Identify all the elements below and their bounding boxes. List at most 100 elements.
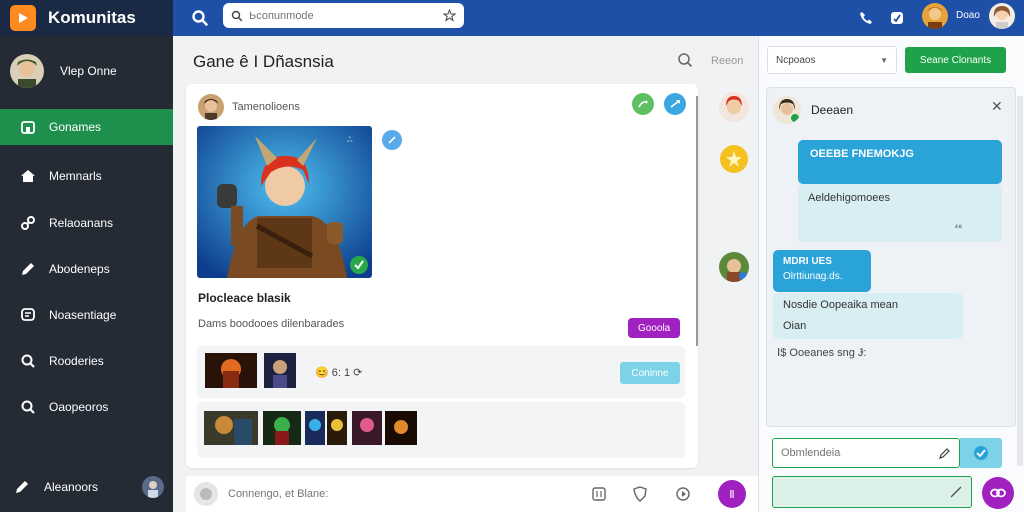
chat-message-header: OEEBE FNEMOKJG <box>798 140 1002 184</box>
image-icon[interactable] <box>589 484 609 504</box>
sidebar-item-oaopeoros[interactable]: Oaopeoros <box>0 389 173 425</box>
sidebar-bottom-item[interactable]: Aleanoors <box>14 476 164 498</box>
emoji-icon <box>974 446 988 460</box>
thumbnail[interactable] <box>204 411 258 445</box>
sidebar-item-relaoanans[interactable]: Relaoanans <box>0 205 173 241</box>
sidebar-user[interactable]: Vlep Onne <box>10 54 117 88</box>
app-name: Komunitas <box>48 8 136 27</box>
composer-input[interactable] <box>228 488 528 500</box>
top-search-field[interactable] <box>223 3 464 28</box>
sidebar-item-label: Rooderies <box>49 354 104 368</box>
thumbnail[interactable] <box>263 411 301 445</box>
chat-scrollbar[interactable] <box>1017 96 1023 466</box>
message-draft-field[interactable] <box>772 476 972 508</box>
sidebar-item-label: Gonames <box>49 120 102 134</box>
search-icon <box>19 398 37 416</box>
feed-scrollbar[interactable] <box>696 96 698 346</box>
composer-send-button[interactable]: Ⅱ <box>718 480 746 508</box>
link-icon <box>19 214 37 232</box>
message-body: Aeldehigomoees <box>808 192 890 204</box>
pen-icon <box>939 448 950 459</box>
house-icon <box>19 167 37 185</box>
share-button[interactable] <box>632 93 654 115</box>
thumbnail[interactable] <box>327 411 347 445</box>
star-icon <box>443 9 456 22</box>
top-bar: Komunitas Doao <box>0 0 1024 36</box>
chat-message: MDRI UES Olrttiunag.ds. <box>773 250 871 292</box>
chevron-down-icon: ▼ <box>880 55 888 65</box>
composer: Ⅱ <box>186 476 758 512</box>
thumbnail[interactable] <box>264 353 296 388</box>
message-body: Olrttiunag.ds. <box>783 271 843 282</box>
gallery-row <box>197 402 685 458</box>
filter-value: Ncpoaos <box>776 54 816 66</box>
pen-icon <box>950 486 962 498</box>
chat-icon <box>19 306 37 324</box>
thumbnail[interactable] <box>385 411 417 445</box>
tag-button[interactable]: Gooola <box>628 318 681 338</box>
close-icon[interactable]: ✕ <box>991 98 1003 115</box>
thumbnail[interactable] <box>305 411 325 445</box>
page-title: Gane ê I Dñasnsia <box>193 52 334 71</box>
avatar[interactable] <box>922 3 948 29</box>
post-header: Tamenolioens <box>198 94 300 120</box>
sidebar-item-memnarls[interactable]: Memnarls <box>0 158 173 194</box>
sidebar-item-noasentiage[interactable]: Noasentiage <box>0 297 173 333</box>
sidebar-item-gonames[interactable]: Gonames <box>0 109 173 145</box>
clock-icon[interactable] <box>673 484 693 504</box>
avatar[interactable] <box>719 92 749 122</box>
sidebar-item-label: Memnarls <box>49 169 102 183</box>
avatar[interactable] <box>773 96 801 124</box>
post-author[interactable]: Tamenolioens <box>232 101 300 113</box>
post-hero-image[interactable]: ஃ <box>197 126 372 278</box>
search-icon <box>19 352 37 370</box>
info-button[interactable] <box>382 130 402 150</box>
send-button[interactable] <box>664 93 686 115</box>
search-icon <box>231 10 243 21</box>
sidebar-bottom-label: Aleanoors <box>44 480 99 494</box>
user-name[interactable]: Doao <box>956 10 980 21</box>
message-header: MDRI UES <box>783 256 832 267</box>
chat-title: Deeaen <box>811 103 854 117</box>
sidebar-item-label: Relaoanans <box>49 216 114 230</box>
search-label[interactable]: Reeon <box>711 55 743 67</box>
chat-send-button[interactable] <box>960 438 1002 468</box>
shield-icon[interactable] <box>630 484 650 504</box>
message-time: ⁴⁸ <box>954 222 962 232</box>
primary-action-button[interactable]: Seane Clonants <box>905 47 1006 73</box>
chat-input[interactable] <box>781 447 939 459</box>
chat-input-field[interactable] <box>772 438 960 468</box>
badge-icon[interactable] <box>719 144 749 174</box>
avatar[interactable] <box>198 94 224 120</box>
sidebar-item-rooderies[interactable]: Rooderies <box>0 343 173 379</box>
search-icon <box>192 10 208 26</box>
search-icon[interactable] <box>677 52 693 73</box>
message-header-text: OEEBE FNEMOKJG <box>810 148 914 160</box>
post-meta: 😊 6: 1 ⟳ <box>315 367 363 379</box>
filter-select[interactable]: Ncpoaos ▼ <box>767 46 897 74</box>
sidebar-item-label: Abodeneps <box>49 262 110 276</box>
sidebar-item-label: Noasentiage <box>49 308 117 322</box>
sidebar-user-name: Vlep Onne <box>60 64 117 78</box>
avatar[interactable] <box>719 252 749 282</box>
continue-button[interactable]: Coninne <box>620 362 680 384</box>
pen-icon <box>19 260 37 278</box>
composer-avatar-icon <box>194 482 218 506</box>
brand[interactable]: Komunitas <box>0 0 173 36</box>
sidebar-item-abodeneps[interactable]: Abodeneps <box>0 251 173 287</box>
right-panel: Ncpoaos ▼ Seane Clonants Deeaen ✕ OEEBE … <box>758 36 1024 512</box>
phone-icon[interactable] <box>856 8 876 28</box>
search-button[interactable] <box>186 5 214 31</box>
bookmark-icon[interactable] <box>887 8 907 28</box>
top-search-input[interactable] <box>249 9 443 22</box>
attach-button[interactable] <box>982 477 1014 509</box>
media-row: 😊 6: 1 ⟳ Coninne <box>197 346 685 398</box>
main-panel: Gane ê I Dñasnsia Reeon Tamenolioens ஃ P… <box>173 36 758 512</box>
thumbnail[interactable] <box>205 353 257 388</box>
share-icon <box>638 100 648 108</box>
avatar[interactable] <box>989 3 1015 29</box>
message-body: Nosdie Oopeaika mean <box>783 299 898 311</box>
post-card: Tamenolioens ஃ Plocleace blasik Dams boo… <box>186 84 698 468</box>
thumbnail[interactable] <box>352 411 382 445</box>
svg-text:ஃ: ஃ <box>347 136 353 144</box>
